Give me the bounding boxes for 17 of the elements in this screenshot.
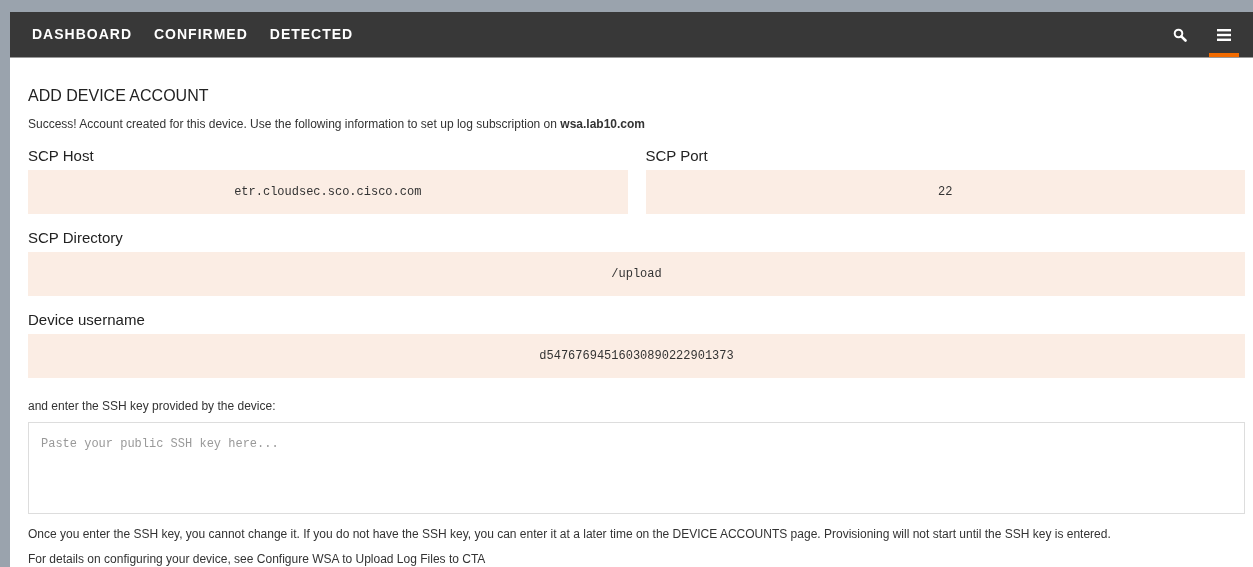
field-label: SCP Host bbox=[28, 147, 95, 165]
value-field[interactable]: /upload bbox=[28, 252, 1245, 296]
value-field[interactable]: 22 bbox=[645, 170, 1245, 214]
success-message: Success! Account created for this device. Use the following information to set up log subscription on wsa.lab10.com bbox=[28, 116, 646, 132]
page-heading: ADD DEVICE ACCOUNT bbox=[28, 86, 210, 106]
field-label: SCP Directory bbox=[28, 229, 124, 247]
info-text: Once you enter the SSH key, you cannot change it. If you do not have the SSH key, you can enter it at a later time on the DEVICE ACCOUNTS page. Provisioning will not start until the SSH key is entered. bbox=[28, 527, 1112, 542]
ssh-prompt: and enter the SSH key provided by the device: bbox=[28, 398, 277, 414]
info-text: For details on configuring your device, see Configure WSA to Upload Log Files to CTA bbox=[28, 552, 487, 567]
nav-link[interactable]: DASHBOARD bbox=[32, 24, 132, 45]
value-field[interactable]: d54767694516030890222901373 bbox=[28, 334, 1245, 378]
field-label: SCP Port bbox=[645, 147, 709, 165]
value-field[interactable]: etr.cloudsec.sco.cisco.com bbox=[28, 170, 628, 214]
field-label: Device username bbox=[28, 311, 146, 329]
nav-link[interactable]: CONFIRMED bbox=[154, 24, 248, 45]
nav-link[interactable]: DETECTED bbox=[269, 24, 354, 45]
ssh-key-field[interactable]: Paste your public SSH key here... bbox=[28, 422, 1245, 514]
